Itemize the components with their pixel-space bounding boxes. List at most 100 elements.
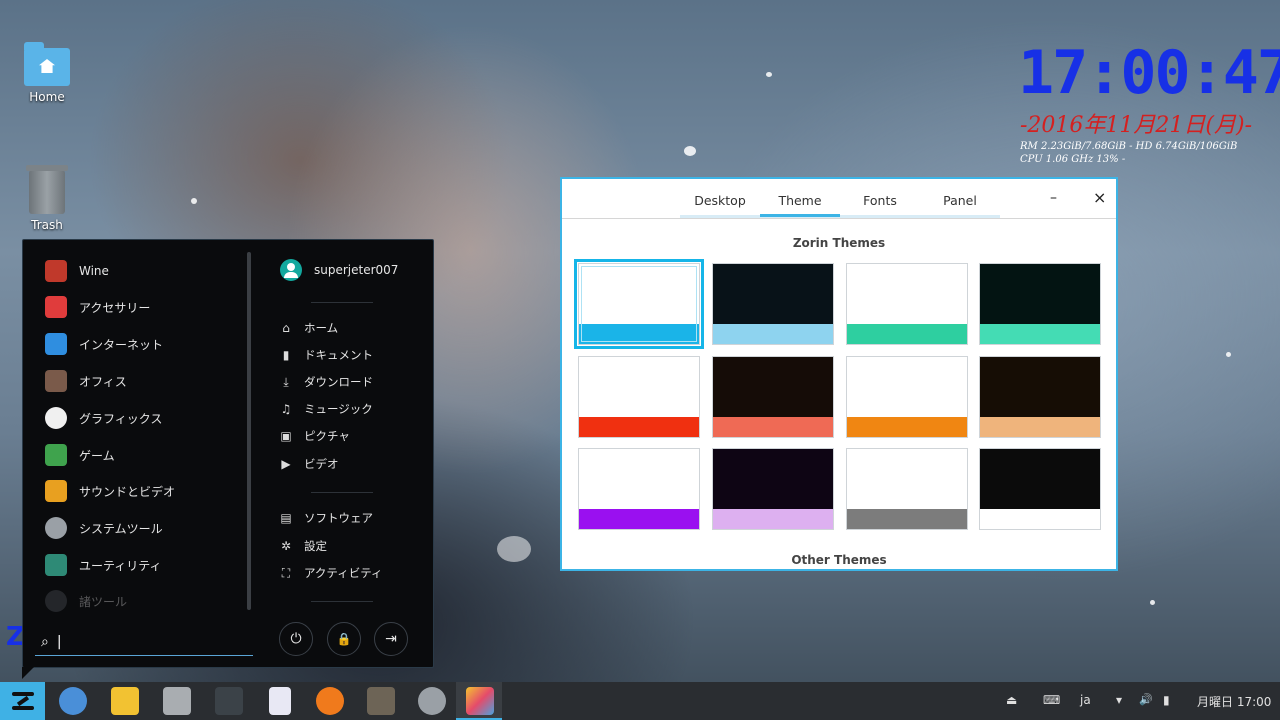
internet-cloud-icon: [45, 333, 67, 355]
files-icon[interactable]: [163, 687, 191, 715]
menu-category-sound-video[interactable]: サウンドとビデオ: [45, 478, 175, 504]
office-briefcase-icon: [45, 370, 67, 392]
tab-panel[interactable]: Panel: [920, 193, 1000, 208]
menu-search-input[interactable]: ⌕ |: [35, 628, 253, 656]
theme-swatch-5[interactable]: [578, 356, 700, 438]
software-icon: ▤: [280, 511, 292, 525]
theme-swatch-11[interactable]: [846, 448, 968, 530]
action-software[interactable]: ▤ ソフトウェア: [280, 508, 373, 528]
place-home[interactable]: ⌂ ホーム: [280, 318, 338, 338]
menu-scrollbar[interactable]: [247, 252, 251, 610]
theme-swatch-3[interactable]: [846, 263, 968, 345]
taskbar-clock[interactable]: 月曜日 17:00: [1197, 693, 1271, 710]
theme-swatch-1[interactable]: [574, 259, 704, 349]
menu-category-label: グラフィックス: [79, 411, 163, 426]
chrome-icon[interactable]: [59, 687, 87, 715]
menu-category-misc-tools[interactable]: 諸ツール: [45, 588, 127, 614]
snowflake: [1226, 352, 1231, 357]
conky-stats-line: CPU 1.06 GHz 13% -: [1020, 154, 1126, 164]
theme-swatch-2[interactable]: [712, 263, 834, 345]
menu-category-accessories[interactable]: アクセサリー: [45, 294, 150, 320]
tab-fonts[interactable]: Fonts: [840, 193, 920, 208]
avatar-icon: [280, 259, 302, 281]
menu-category-internet[interactable]: インターネット: [45, 331, 163, 357]
divider: [311, 601, 373, 602]
desktop-icon-home[interactable]: Home: [12, 42, 82, 104]
tab-underline: [680, 215, 1000, 218]
video-icon: ▶: [281, 457, 291, 471]
divider: [311, 492, 373, 493]
action-activities[interactable]: ⛶ アクティビティ: [280, 563, 383, 583]
theme-swatch-8[interactable]: [979, 356, 1101, 438]
zorin-logo-icon: [11, 692, 34, 710]
place-videos[interactable]: ▶ ビデオ: [280, 454, 338, 474]
place-label: ドキュメント: [304, 348, 373, 362]
home-folder-icon: [24, 42, 70, 86]
menu-category-games[interactable]: ゲーム: [45, 442, 115, 468]
close-button[interactable]: ×: [1093, 188, 1106, 207]
place-documents[interactable]: ▮ ドキュメント: [280, 345, 373, 365]
menu-category-utilities[interactable]: ユーティリティ: [45, 552, 162, 578]
tab-desktop[interactable]: Desktop: [680, 193, 760, 208]
action-label: アクティビティ: [304, 566, 383, 580]
menu-category-label: アクセサリー: [79, 300, 151, 315]
window-tabbar: Desktop Theme Fonts Panel – ×: [562, 179, 1116, 219]
menu-category-label: システムツール: [79, 521, 163, 536]
lock-icon: 🔒: [336, 632, 352, 646]
power-button[interactable]: ⏻: [279, 622, 313, 656]
place-downloads[interactable]: ⤓ ダウンロード: [280, 372, 373, 392]
theme-swatch-7[interactable]: [846, 356, 968, 438]
terminal-icon[interactable]: [215, 687, 243, 715]
desktop-icon-trash[interactable]: Trash: [12, 165, 82, 232]
action-settings[interactable]: ✲ 設定: [280, 536, 327, 556]
download-icon: ⤓: [283, 374, 289, 389]
menu-category-wine[interactable]: Wine: [45, 258, 109, 284]
zorin-menu-button[interactable]: [0, 682, 45, 720]
minimize-button[interactable]: –: [1050, 190, 1057, 206]
battery-icon[interactable]: ▮: [1163, 693, 1170, 707]
theme-swatch-12[interactable]: [979, 448, 1101, 530]
tab-theme[interactable]: Theme: [760, 193, 840, 208]
utilities-icon: [45, 554, 67, 576]
menu-category-system-tools[interactable]: システムツール: [45, 515, 163, 541]
place-label: ミュージック: [304, 402, 373, 416]
place-label: ピクチャ: [304, 429, 350, 443]
wifi-icon[interactable]: ▾: [1116, 693, 1122, 707]
place-music[interactable]: ♫ ミュージック: [280, 399, 373, 419]
menu-category-label: サウンドとビデオ: [79, 484, 176, 499]
user-account[interactable]: superjeter007: [280, 259, 398, 281]
desktop-icon-label: Home: [29, 90, 65, 104]
menu-category-label: 諸ツール: [79, 594, 128, 609]
text-editor-icon[interactable]: [269, 687, 291, 715]
eject-icon[interactable]: ⏏: [1006, 693, 1017, 707]
gimp-icon[interactable]: [367, 687, 395, 715]
theme-swatch-4[interactable]: [979, 263, 1101, 345]
system-settings-icon[interactable]: [418, 687, 446, 715]
snowflake: [684, 146, 696, 156]
search-icon: ⌕: [41, 633, 49, 650]
activities-icon: ⛶: [281, 565, 291, 580]
menu-category-office[interactable]: オフィス: [45, 368, 127, 394]
appearance-icon[interactable]: [466, 687, 494, 715]
lock-button[interactable]: 🔒: [327, 622, 361, 656]
settings-gear-icon: ✲: [280, 539, 292, 553]
sound-video-icon: [45, 480, 67, 502]
volume-icon[interactable]: 🔊: [1139, 693, 1153, 706]
conky-clock: 17:00:47: [1018, 38, 1280, 108]
theme-swatch-9[interactable]: [578, 448, 700, 530]
theme-swatch-6[interactable]: [712, 356, 834, 438]
logout-button[interactable]: ⇥: [374, 622, 408, 656]
section-title-zorin-themes: Zorin Themes: [792, 236, 886, 250]
language-indicator[interactable]: ja: [1080, 693, 1091, 707]
username: superjeter007: [314, 263, 399, 277]
theme-swatch-10[interactable]: [712, 448, 834, 530]
section-title-other-themes: Other Themes: [791, 553, 887, 567]
menu-category-label: ユーティリティ: [79, 558, 162, 573]
keyboard-icon[interactable]: ⌨: [1043, 693, 1060, 707]
place-pictures[interactable]: ▣ ピクチャ: [280, 426, 350, 446]
app-menu: Wine アクセサリー インターネット オフィス グラフィックス ゲーム サウン…: [22, 239, 434, 679]
menu-category-graphics[interactable]: グラフィックス: [45, 405, 162, 431]
firefox-icon[interactable]: [316, 687, 344, 715]
menu-category-label: オフィス: [79, 374, 127, 389]
mail-icon[interactable]: [111, 687, 139, 715]
